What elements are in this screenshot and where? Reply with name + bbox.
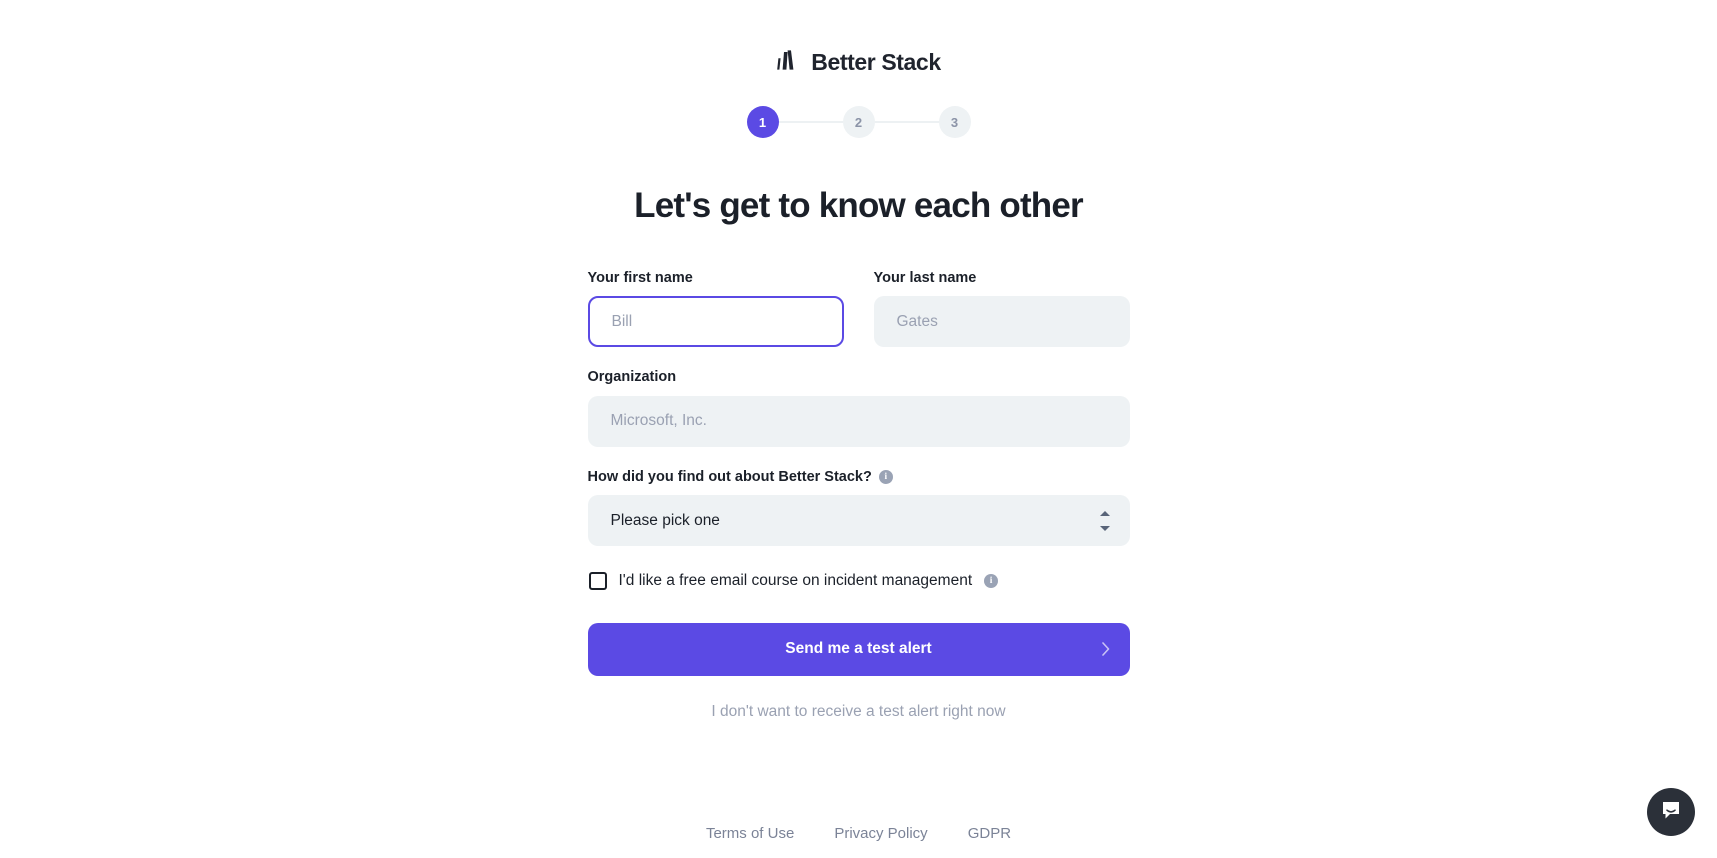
chat-launcher-button[interactable] xyxy=(1647,788,1695,836)
last-name-label: Your last name xyxy=(874,270,1130,287)
email-course-info-icon[interactable]: i xyxy=(984,574,999,589)
last-name-field-group: Your last name xyxy=(873,270,1130,348)
footer-link-terms-of-use[interactable]: Terms of Use xyxy=(706,825,794,842)
first-name-label: Your first name xyxy=(588,270,844,287)
step-3[interactable]: 3 xyxy=(938,106,971,138)
step-1[interactable]: 1 xyxy=(746,106,779,138)
organization-label-text: Organization xyxy=(587,369,677,386)
footer-link-privacy-policy[interactable]: Privacy Policy xyxy=(834,825,927,842)
step-2[interactable]: 2 xyxy=(842,106,875,138)
organization-field-group: Organization xyxy=(587,369,1130,447)
footer-links: Terms of Use Privacy Policy GDPR xyxy=(0,825,1717,842)
first-name-label-text: Your first name xyxy=(587,270,693,286)
referral-label: How did you find out about Better Stack?… xyxy=(588,469,1130,486)
onboarding-stepper: 1 2 3 xyxy=(746,106,971,138)
send-test-alert-label: Send me a test alert xyxy=(785,640,932,658)
signup-onboarding-page: Better Stack 1 2 3 Let's get to know eac… xyxy=(0,0,1717,858)
referral-label-text: How did you find out about Better Stack? xyxy=(587,468,872,485)
referral-select-wrap: Please pick one xyxy=(587,495,1130,547)
step-connector-2 xyxy=(874,121,939,123)
chevron-right-icon xyxy=(1101,642,1110,657)
send-test-alert-button[interactable]: Send me a test alert xyxy=(587,622,1130,676)
step-connector-1 xyxy=(778,121,843,123)
name-row: Your first name Your last name xyxy=(587,270,1130,348)
footer-link-gdpr[interactable]: GDPR xyxy=(968,825,1011,842)
referral-field-group: How did you find out about Better Stack?… xyxy=(587,469,1130,547)
skip-test-alert-link[interactable]: I don't want to receive a test alert rig… xyxy=(588,703,1130,721)
better-stack-bars-icon xyxy=(776,49,800,75)
onboarding-form: Your first name Your last name Organizat… xyxy=(587,270,1130,721)
first-name-field-group: Your first name xyxy=(587,270,844,348)
email-course-checkbox-row[interactable]: I'd like a free email course on incident… xyxy=(588,572,1130,591)
last-name-input[interactable] xyxy=(873,296,1130,348)
referral-info-icon[interactable]: i xyxy=(878,470,893,485)
email-course-label: I'd like a free email course on incident… xyxy=(618,572,973,590)
last-name-label-text: Your last name xyxy=(873,270,977,286)
organization-label: Organization xyxy=(588,369,1130,386)
organization-input[interactable] xyxy=(587,395,1130,447)
brand-name: Better Stack xyxy=(811,48,941,75)
chat-bubble-icon xyxy=(1660,799,1682,826)
referral-select[interactable]: Please pick one xyxy=(587,495,1130,547)
brand-logo[interactable]: Better Stack xyxy=(776,48,941,76)
page-title: Let's get to know each other xyxy=(634,186,1084,225)
email-course-checkbox[interactable] xyxy=(588,572,607,591)
first-name-input[interactable] xyxy=(587,296,844,348)
